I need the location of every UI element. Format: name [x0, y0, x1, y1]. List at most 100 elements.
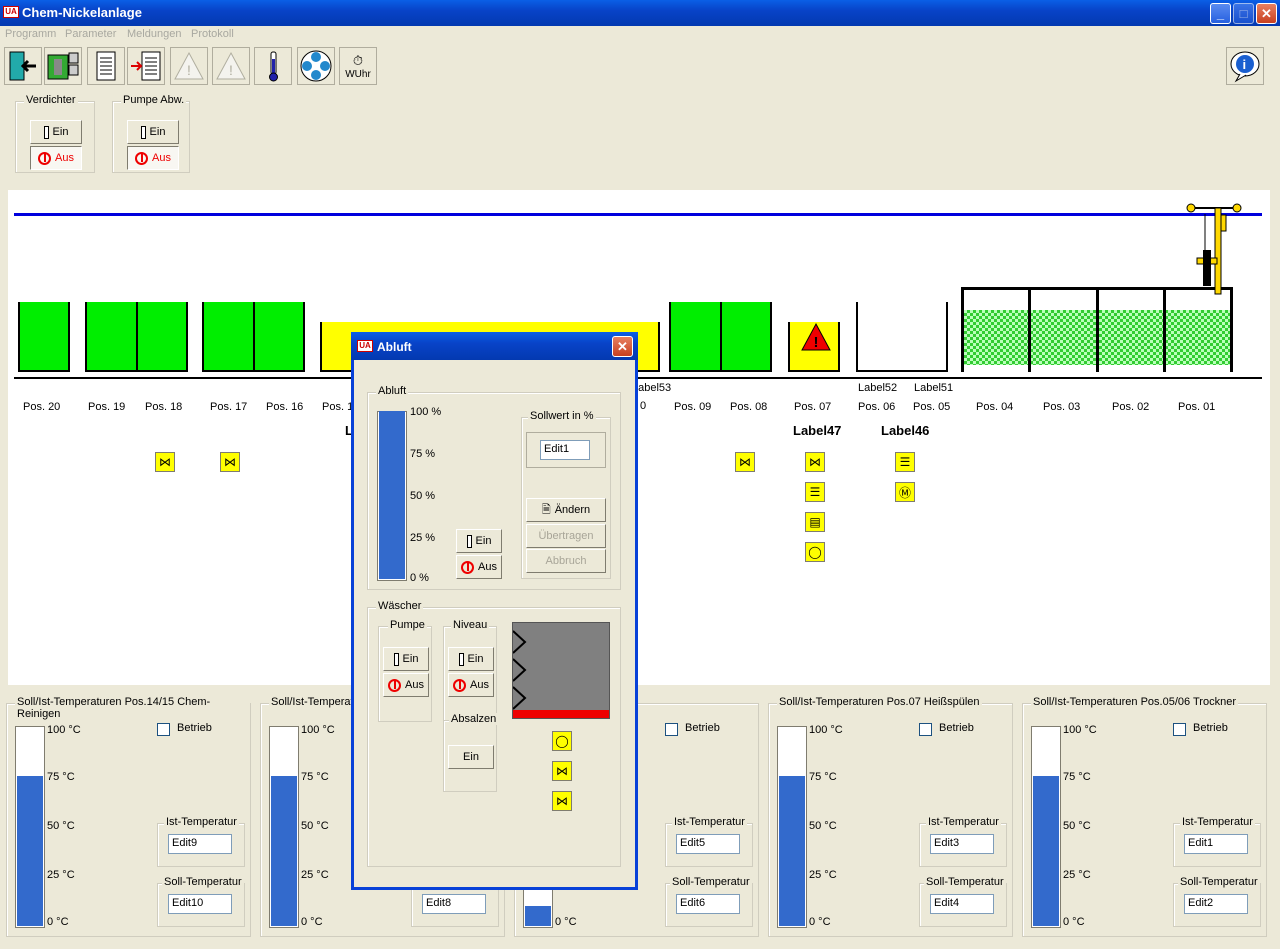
tick-label: 25 °C — [1063, 869, 1091, 881]
temperature-button[interactable] — [254, 47, 292, 85]
report-button[interactable] — [87, 47, 125, 85]
warning-button[interactable]: ! — [170, 47, 208, 85]
menu-meldungen[interactable]: Meldungen — [127, 28, 181, 40]
pumpe-abw-off-button[interactable]: Aus — [127, 146, 179, 170]
wuhr-button[interactable]: ⏱ WUhr — [339, 47, 377, 85]
pos-label: Pos. 08 — [730, 401, 768, 413]
abbruch-button[interactable]: Abbruch — [526, 549, 606, 573]
abluft-off-button[interactable]: Aus — [456, 555, 502, 579]
betrieb-checkbox[interactable] — [157, 723, 170, 736]
pump-icon[interactable]: ◯ — [552, 731, 572, 751]
maximize-button[interactable]: □ — [1233, 3, 1254, 24]
absalzen-on-button[interactable]: Ein — [448, 745, 494, 769]
soll-label: Soll-Temperatur — [1178, 876, 1260, 888]
warning-button-2[interactable]: ! — [212, 47, 250, 85]
betrieb-checkbox[interactable] — [1173, 723, 1186, 736]
abluft-on-button[interactable]: Ein — [456, 529, 502, 553]
filter-icon[interactable]: ▤ — [805, 512, 825, 532]
soll-temperature-field[interactable]: Edit4 — [930, 894, 994, 914]
pumpe-on-button[interactable]: Ein — [383, 647, 429, 671]
pos-label: Pos. 09 — [674, 401, 712, 413]
ist-label: Ist-Temperatur — [1180, 816, 1255, 828]
off-label: Aus — [152, 152, 171, 164]
svg-text:!: ! — [814, 334, 819, 351]
wuhr-label: WUhr — [345, 68, 371, 80]
tank-pos-17-16[interactable] — [202, 302, 305, 372]
soll-temperature-field[interactable]: Edit2 — [1184, 894, 1248, 914]
sollwert-group: Sollwert in % Edit1 🗎 Ändern Übertragen A… — [521, 410, 611, 579]
ist-label: Ist-Temperatur — [672, 816, 747, 828]
machine-button[interactable] — [44, 47, 82, 85]
tick-label: 0 °C — [809, 916, 831, 928]
valve-icon[interactable]: ⋈ — [805, 452, 825, 472]
temperature-level-bar — [1031, 726, 1061, 928]
ist-temperature-field[interactable]: Edit1 — [1184, 834, 1248, 854]
label52: Label52 — [858, 382, 898, 394]
import-report-button[interactable] — [127, 47, 165, 85]
valve-icon[interactable]: ⋈ — [155, 452, 175, 472]
pos-label: Pos. 04 — [976, 401, 1014, 413]
tick-label: 25 °C — [809, 869, 837, 881]
dialog-close-button[interactable]: ✕ — [612, 336, 633, 357]
pump-icon[interactable]: ◯ — [805, 542, 825, 562]
tank-pos-07[interactable]: ! — [788, 322, 840, 372]
heater-icon[interactable]: ☰ — [805, 482, 825, 502]
niveau-on-button[interactable]: Ein — [448, 647, 494, 671]
power-off-icon — [38, 151, 52, 165]
aendern-button[interactable]: 🗎 Ändern — [526, 498, 606, 522]
niveau-off-button[interactable]: Aus — [448, 673, 494, 697]
pos-label: Pos. 05 — [913, 401, 951, 413]
ist-temperature-field[interactable]: Edit5 — [676, 834, 740, 854]
betrieb-checkbox[interactable] — [665, 723, 678, 736]
uebertragen-label: Übertragen — [538, 530, 594, 542]
menu-programm[interactable]: Programm — [5, 28, 56, 40]
document-icon — [96, 51, 116, 81]
ist-temperature-field[interactable]: Edit3 — [930, 834, 994, 854]
temperature-panel: Soll/Ist-Temperaturen Pos.14/15 Chem-Rei… — [6, 696, 251, 937]
aendern-label: Ändern — [554, 504, 591, 516]
menu-protokoll[interactable]: Protokoll — [191, 28, 234, 40]
pumpe-abw-label: Pumpe Abw. — [121, 94, 187, 106]
betrieb-checkbox[interactable] — [919, 723, 932, 736]
exit-button[interactable] — [4, 47, 42, 85]
temperature-panel: Soll/Ist-Temperaturen Pos.05/06 Trockner… — [1022, 696, 1267, 937]
temperature-level-bar — [15, 726, 45, 928]
heater-icon[interactable]: ☰ — [895, 452, 915, 472]
valve-icon[interactable]: ⋈ — [220, 452, 240, 472]
soll-label: Soll-Temperatur — [162, 876, 244, 888]
waescher-group: Wäscher Pumpe Ein Aus Niveau Ein Aus Abs… — [367, 600, 621, 867]
tick-label: 100 % — [410, 406, 442, 418]
soll-temperature-field[interactable]: Edit8 — [422, 894, 486, 914]
close-button[interactable]: ✕ — [1256, 3, 1277, 24]
tank-pos-09-08[interactable] — [669, 302, 772, 372]
motor-icon[interactable]: Ⓜ — [895, 482, 915, 502]
ist-temperature-field[interactable]: Edit9 — [168, 834, 232, 854]
pos-label: Pos. 19 — [88, 401, 126, 413]
wuhr-icon: ⏱ — [352, 52, 364, 68]
waescher-label: Wäscher — [376, 600, 424, 612]
absalzen-btn-label: Ein — [463, 751, 479, 763]
uebertragen-button[interactable]: Übertragen — [526, 524, 606, 548]
nozzle-icons — [513, 630, 527, 710]
minimize-button[interactable]: _ — [1210, 3, 1231, 24]
dryer-pos-06-05[interactable] — [856, 302, 948, 372]
valve-icon[interactable]: ⋈ — [552, 761, 572, 781]
fan-button[interactable] — [297, 47, 335, 85]
sollwert-field[interactable]: Edit1 — [540, 440, 590, 460]
valve-icon[interactable]: ⋈ — [735, 452, 755, 472]
off-label: Aus — [478, 561, 497, 573]
verdichter-on-button[interactable]: Ein — [30, 120, 82, 144]
process-diagram: ! Label53 0 Label52 Label51 Label47 Labe… — [8, 190, 1270, 685]
menu-parameter[interactable]: Parameter — [65, 28, 116, 40]
tank-pos-19-18[interactable] — [85, 302, 188, 372]
soll-temperature-field[interactable]: Edit10 — [168, 894, 232, 914]
pumpe-off-button[interactable]: Aus — [383, 673, 429, 697]
verdichter-off-button[interactable]: Aus — [30, 146, 82, 170]
betrieb-label: Betrieb — [1193, 722, 1228, 734]
tank-pos-20[interactable] — [18, 302, 70, 372]
soll-temperature-field[interactable]: Edit6 — [676, 894, 740, 914]
info-button[interactable]: i — [1226, 47, 1264, 85]
on-label: Ein — [149, 126, 166, 138]
valve-icon[interactable]: ⋈ — [552, 791, 572, 811]
pumpe-abw-on-button[interactable]: Ein — [127, 120, 179, 144]
